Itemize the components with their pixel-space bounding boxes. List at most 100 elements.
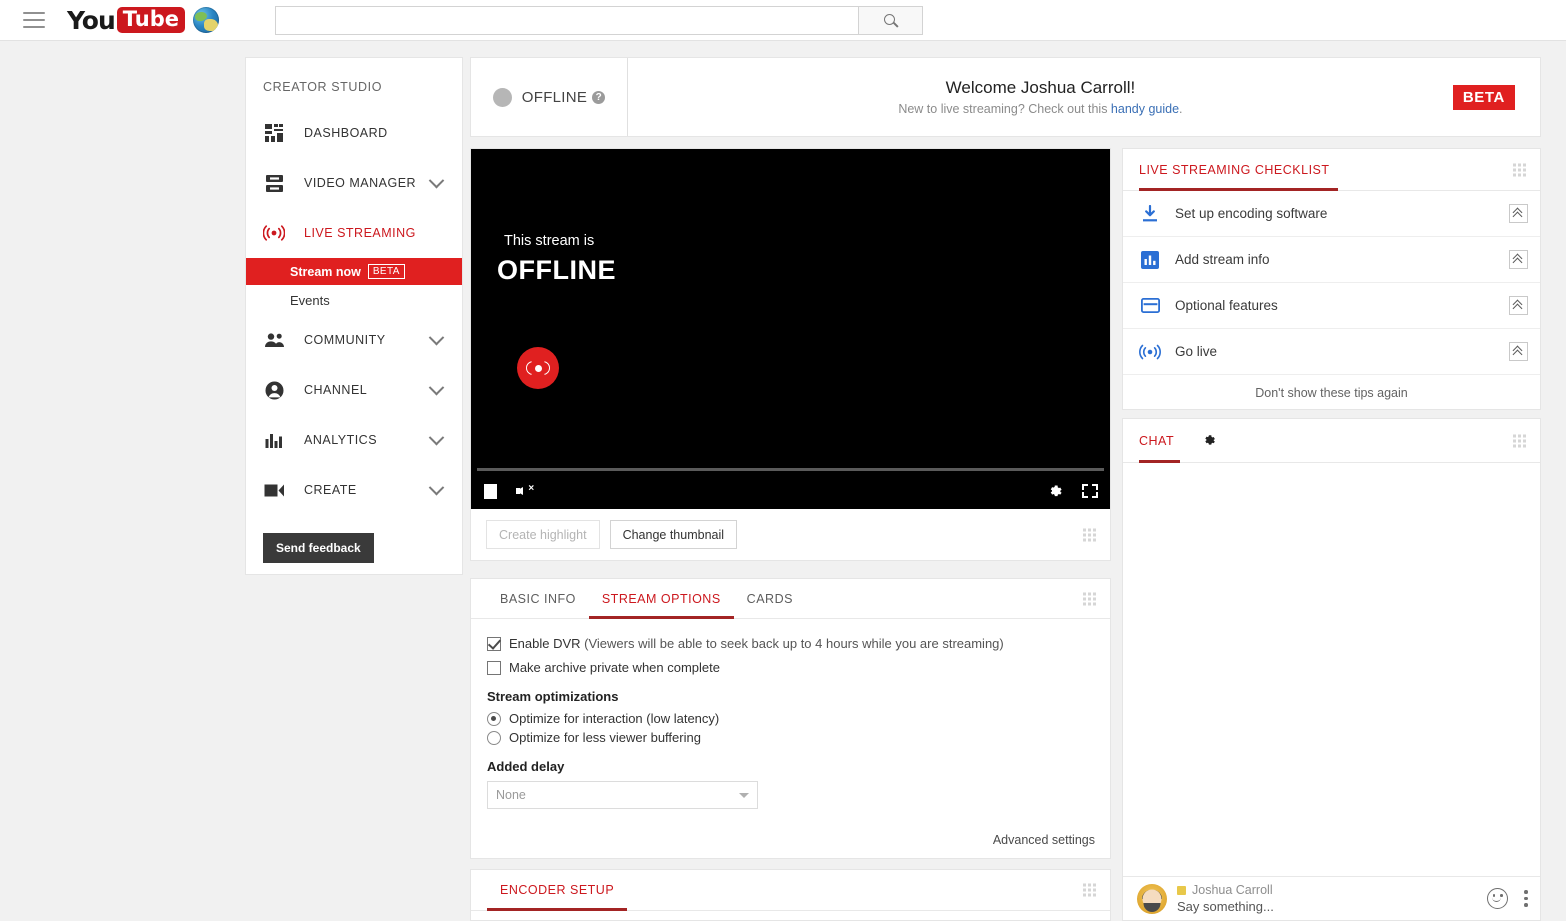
encoder-setup-tabs: ENCODER SETUP [471, 870, 1110, 911]
chevron-down-icon[interactable] [428, 479, 445, 495]
search-input[interactable] [275, 5, 859, 35]
hamburger-menu-icon[interactable] [23, 12, 45, 28]
drag-handle-icon[interactable] [1083, 528, 1096, 541]
change-thumbnail-button[interactable]: Change thumbnail [609, 520, 738, 549]
moderator-badge-icon [1177, 885, 1186, 895]
search-button[interactable] [858, 5, 924, 35]
beta-badge: BETA [367, 264, 405, 279]
player-overlay-line2: OFFLINE [497, 255, 616, 285]
archive-private-checkbox[interactable] [487, 661, 501, 675]
checklist-item-optional-features[interactable]: Optional features [1123, 283, 1540, 329]
stream-optimizations-heading: Stream optimizations [487, 689, 619, 704]
tab-encoder-setup[interactable]: ENCODER SETUP [487, 870, 628, 911]
chevron-down-icon[interactable] [428, 329, 445, 345]
sidebar-item-live-streaming[interactable]: LIVE STREAMING [246, 208, 462, 258]
dashboard-icon [263, 122, 285, 144]
sidebar-subitem-events[interactable]: Events [246, 285, 462, 315]
tab-basic-info[interactable]: BASIC INFO [487, 579, 589, 618]
checklist-item-encoding-software[interactable]: Set up encoding software [1123, 191, 1540, 237]
chevron-down-icon[interactable] [428, 429, 445, 445]
page-title: Welcome Joshua Carroll! [945, 78, 1136, 97]
double-chevron-up-icon[interactable] [1509, 296, 1528, 315]
sidebar-item-create[interactable]: CREATE [246, 465, 462, 515]
stream-settings-card: BASIC INFO STREAM OPTIONS CARDS Enable D… [470, 578, 1111, 859]
chevron-down-icon[interactable] [428, 379, 445, 395]
chevron-down-icon[interactable] [428, 172, 445, 188]
double-chevron-up-icon[interactable] [1509, 204, 1528, 223]
player-action-row: Create highlight Change thumbnail [471, 509, 1110, 560]
optimize-interaction-radio[interactable] [487, 712, 501, 726]
stop-icon[interactable] [483, 482, 498, 500]
sidebar-subitem-label: Stream now [290, 264, 361, 279]
chevron-down-icon [739, 792, 749, 798]
stream-preview-card: This stream is OFFLINE × Create highligh… [470, 148, 1111, 561]
emoji-smiley-icon[interactable] [1487, 888, 1508, 909]
tab-chat[interactable]: CHAT [1139, 419, 1181, 463]
player-progress-bar[interactable] [477, 468, 1104, 471]
tab-stream-options[interactable]: STREAM OPTIONS [588, 579, 734, 619]
double-chevron-up-icon[interactable] [1509, 250, 1528, 269]
chat-card: CHAT Joshua Carroll Say something... [1122, 418, 1541, 921]
status-dot-icon [492, 87, 512, 107]
checklist-item-stream-info[interactable]: Add stream info [1123, 237, 1540, 283]
fullscreen-icon[interactable] [1082, 484, 1098, 498]
stream-settings-tabs: BASIC INFO STREAM OPTIONS CARDS [471, 579, 1110, 619]
drag-handle-icon[interactable] [1513, 163, 1526, 176]
chat-input-meta: Joshua Carroll Say something... [1177, 883, 1487, 914]
gear-icon[interactable] [1047, 483, 1064, 500]
enable-dvr-checkbox[interactable] [487, 637, 501, 651]
create-highlight-button[interactable]: Create highlight [486, 520, 600, 549]
youtube-logo[interactable]: You Tube [67, 5, 186, 35]
checklist-item-label: Add stream info [1175, 252, 1270, 267]
create-camera-icon [263, 479, 285, 501]
optimize-buffering-radio[interactable] [487, 731, 501, 745]
sidebar-item-analytics[interactable]: ANALYTICS [246, 415, 462, 465]
download-icon [1139, 204, 1161, 223]
archive-private-row[interactable]: Make archive private when complete [487, 660, 1110, 676]
status-text: OFFLINE [521, 88, 588, 106]
welcome-block: Welcome Joshua Carroll! New to live stre… [628, 78, 1453, 116]
chat-message-list [1123, 463, 1540, 876]
sidebar-subitem-label: Events [290, 292, 330, 308]
checklist-item-go-live[interactable]: Go live [1123, 329, 1540, 375]
welcome-sub-suffix: . [1179, 102, 1183, 116]
checklist-title: LIVE STREAMING CHECKLIST [1139, 149, 1338, 191]
video-player[interactable]: This stream is OFFLINE × [471, 149, 1110, 509]
optimize-buffering-row[interactable]: Optimize for less viewer buffering [487, 730, 1110, 746]
send-feedback-button[interactable]: Send feedback [263, 533, 374, 563]
drag-handle-icon[interactable] [1513, 434, 1526, 447]
added-delay-select[interactable]: None [487, 781, 758, 809]
avatar [1137, 883, 1167, 914]
enable-dvr-row[interactable]: Enable DVR (Viewers will be able to seek… [487, 636, 1110, 652]
sidebar-item-label: CHANNEL [304, 383, 368, 397]
sidebar-item-video-manager[interactable]: VIDEO MANAGER [246, 158, 462, 208]
sidebar-item-channel[interactable]: CHANNEL [246, 365, 462, 415]
enable-dvr-note: (Viewers will be able to seek back up to… [580, 636, 1004, 651]
tab-cards[interactable]: CARDS [734, 579, 806, 618]
card-panel-icon [1139, 298, 1161, 313]
dismiss-tips-link[interactable]: Don't show these tips again [1123, 375, 1540, 411]
sidebar-item-dashboard[interactable]: DASHBOARD [246, 108, 462, 158]
gear-icon[interactable] [1202, 419, 1217, 462]
sidebar-item-label: ANALYTICS [304, 433, 378, 447]
chat-message-input[interactable]: Say something... [1177, 899, 1487, 914]
sidebar-title: CREATOR STUDIO [263, 80, 383, 94]
channel-person-icon [263, 379, 285, 401]
drag-handle-icon[interactable] [1083, 883, 1096, 897]
go-live-record-icon[interactable] [517, 347, 559, 389]
logo-tube-text: Tube [116, 6, 186, 34]
question-mark-icon[interactable]: ? [592, 90, 606, 104]
bar-chart-icon [1139, 250, 1161, 269]
sidebar-item-community[interactable]: COMMUNITY [246, 315, 462, 365]
advanced-settings-link[interactable]: Advanced settings [993, 833, 1095, 847]
handy-guide-link[interactable]: handy guide [1111, 102, 1179, 116]
double-chevron-up-icon[interactable] [1509, 342, 1528, 361]
globe-icon [193, 7, 220, 33]
live-streaming-checklist-card: LIVE STREAMING CHECKLIST Set up encoding… [1122, 148, 1541, 410]
drag-handle-icon[interactable] [1083, 592, 1096, 605]
chat-header: CHAT [1123, 419, 1540, 463]
volume-muted-icon[interactable]: × [516, 483, 534, 499]
kebab-menu-icon[interactable] [1524, 890, 1528, 907]
optimize-interaction-row[interactable]: Optimize for interaction (low latency) [487, 711, 1110, 727]
sidebar-subitem-stream-now[interactable]: Stream now BETA [246, 258, 462, 285]
